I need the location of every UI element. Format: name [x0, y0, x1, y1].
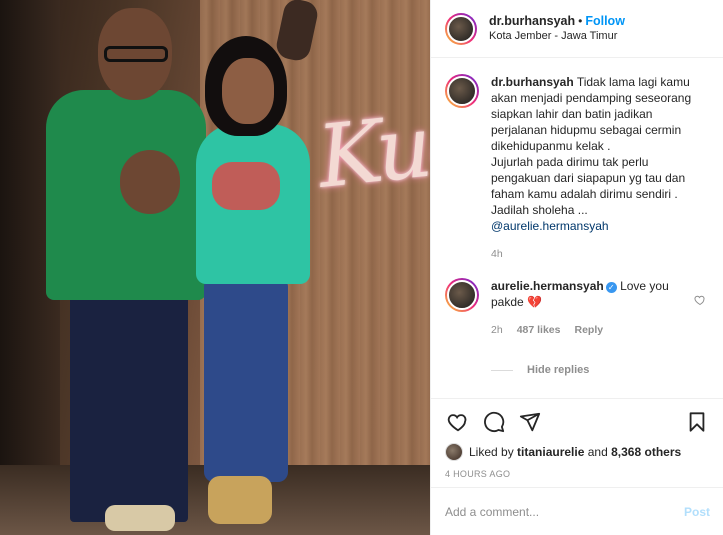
reply-meta: 2h 487 likes Reply	[491, 322, 706, 338]
photo-girl-shoes	[208, 476, 272, 524]
liked-by-prefix: Liked by	[469, 445, 514, 459]
caption-mention-link[interactable]: @aurelie.hermansyah	[491, 218, 706, 234]
post-timestamp[interactable]: 4 HOURS AGO	[445, 469, 710, 479]
reply-time[interactable]: 2h	[491, 322, 503, 338]
verified-badge-icon: ✓	[605, 282, 617, 293]
reply-body: aurelie.hermansyah ✓ Love you pakde 💔 2h …	[491, 278, 706, 338]
caption-line: perjalanan hidupmu sebagai cermin	[491, 123, 682, 137]
photo-man-thumbs-up	[120, 150, 180, 214]
post-actions: Liked by titaniaurelie and 8,368 others …	[431, 398, 723, 479]
bookmark-icon[interactable]	[684, 409, 710, 435]
likes-summary: Liked by titaniaurelie and 8,368 others	[445, 443, 710, 461]
photo-girl-shirt-print	[212, 162, 280, 210]
caption-body: dr.burhansyah Tidak lama lagi kamu akan …	[491, 74, 706, 262]
likes-others-count[interactable]: 8,368 others	[611, 445, 681, 459]
reply-username[interactable]: aurelie.hermansyah	[491, 279, 604, 293]
photo-girl-jeans	[204, 282, 288, 482]
reply-likes-count[interactable]: 487 likes	[517, 322, 561, 338]
comment-input[interactable]	[445, 504, 684, 519]
caption-line: Tidak lama lagi kamu	[576, 75, 690, 89]
author-info: dr.burhansyah • Follow Kota Jember - Jawa …	[489, 14, 625, 44]
caption-line: akan menjadi pendamping seseorang	[491, 91, 692, 105]
reply-text: Love you	[620, 279, 669, 293]
caption-comment: dr.burhansyah Tidak lama lagi kamu akan …	[445, 74, 710, 262]
post-header: dr.burhansyah • Follow Kota Jember - Jawa …	[431, 0, 723, 58]
author-username[interactable]: dr.burhansyah	[489, 14, 575, 28]
follow-button[interactable]: Follow	[585, 14, 625, 28]
comment-icon[interactable]	[481, 409, 507, 435]
reply-comment: aurelie.hermansyah ✓ Love you pakde 💔 2h …	[445, 278, 710, 338]
post-location[interactable]: Kota Jember - Jawa Timur	[489, 29, 625, 44]
liked-by-and: and	[587, 445, 608, 459]
heart-outline-small-icon[interactable]	[694, 294, 706, 309]
hide-replies-label: Hide replies	[527, 364, 590, 376]
comments-section[interactable]: dr.burhansyah Tidak lama lagi kamu akan …	[431, 58, 723, 398]
author-avatar[interactable]	[445, 12, 477, 45]
post-side-panel: dr.burhansyah • Follow Kota Jember - Jawa …	[430, 0, 723, 535]
heart-icon[interactable]	[445, 409, 471, 435]
liker-avatar[interactable]	[445, 443, 463, 461]
caption-meta: 4h	[491, 246, 706, 262]
caption-line: Jadilah sholeha ...	[491, 203, 588, 217]
photo-girl-face	[222, 58, 274, 124]
caption-line: faham kamu adalah dirimu sendiri .	[491, 187, 678, 201]
share-icon[interactable]	[517, 409, 543, 435]
caption-line: pengakuan dari siapapun yg tau dan	[491, 171, 686, 185]
caption-time[interactable]: 4h	[491, 246, 503, 262]
action-icons-row	[445, 405, 710, 439]
separator-dot: •	[578, 13, 583, 28]
reply-text2: pakde	[491, 295, 524, 309]
photo-neon-sign: Kue	[313, 92, 430, 208]
reply-author-avatar[interactable]	[445, 278, 479, 312]
post-photo[interactable]: Kue	[0, 0, 430, 535]
broken-heart-emoji: 💔	[527, 295, 542, 309]
add-comment-bar: Post	[431, 487, 723, 535]
photo-man-glasses	[104, 46, 168, 62]
caption-author-avatar[interactable]	[445, 74, 479, 108]
caption-username[interactable]: dr.burhansyah	[491, 75, 574, 89]
caption-line: Jujurlah pada dirimu tak perlu	[491, 155, 649, 169]
reply-text-line2: pakde 💔	[491, 294, 706, 310]
photo-man-legs	[70, 290, 188, 522]
caption-line: siapkan lahir dan batin jadikan	[491, 107, 653, 121]
photo-man-shoe	[105, 505, 175, 531]
reply-button[interactable]: Reply	[574, 322, 603, 338]
caption-line: dikehidupanmu kelak .	[491, 139, 611, 153]
hide-replies-button[interactable]: Hide replies	[491, 364, 710, 376]
post-comment-button[interactable]: Post	[684, 505, 710, 519]
hide-replies-line	[491, 369, 513, 371]
liker-username[interactable]: titaniaurelie	[517, 445, 584, 459]
